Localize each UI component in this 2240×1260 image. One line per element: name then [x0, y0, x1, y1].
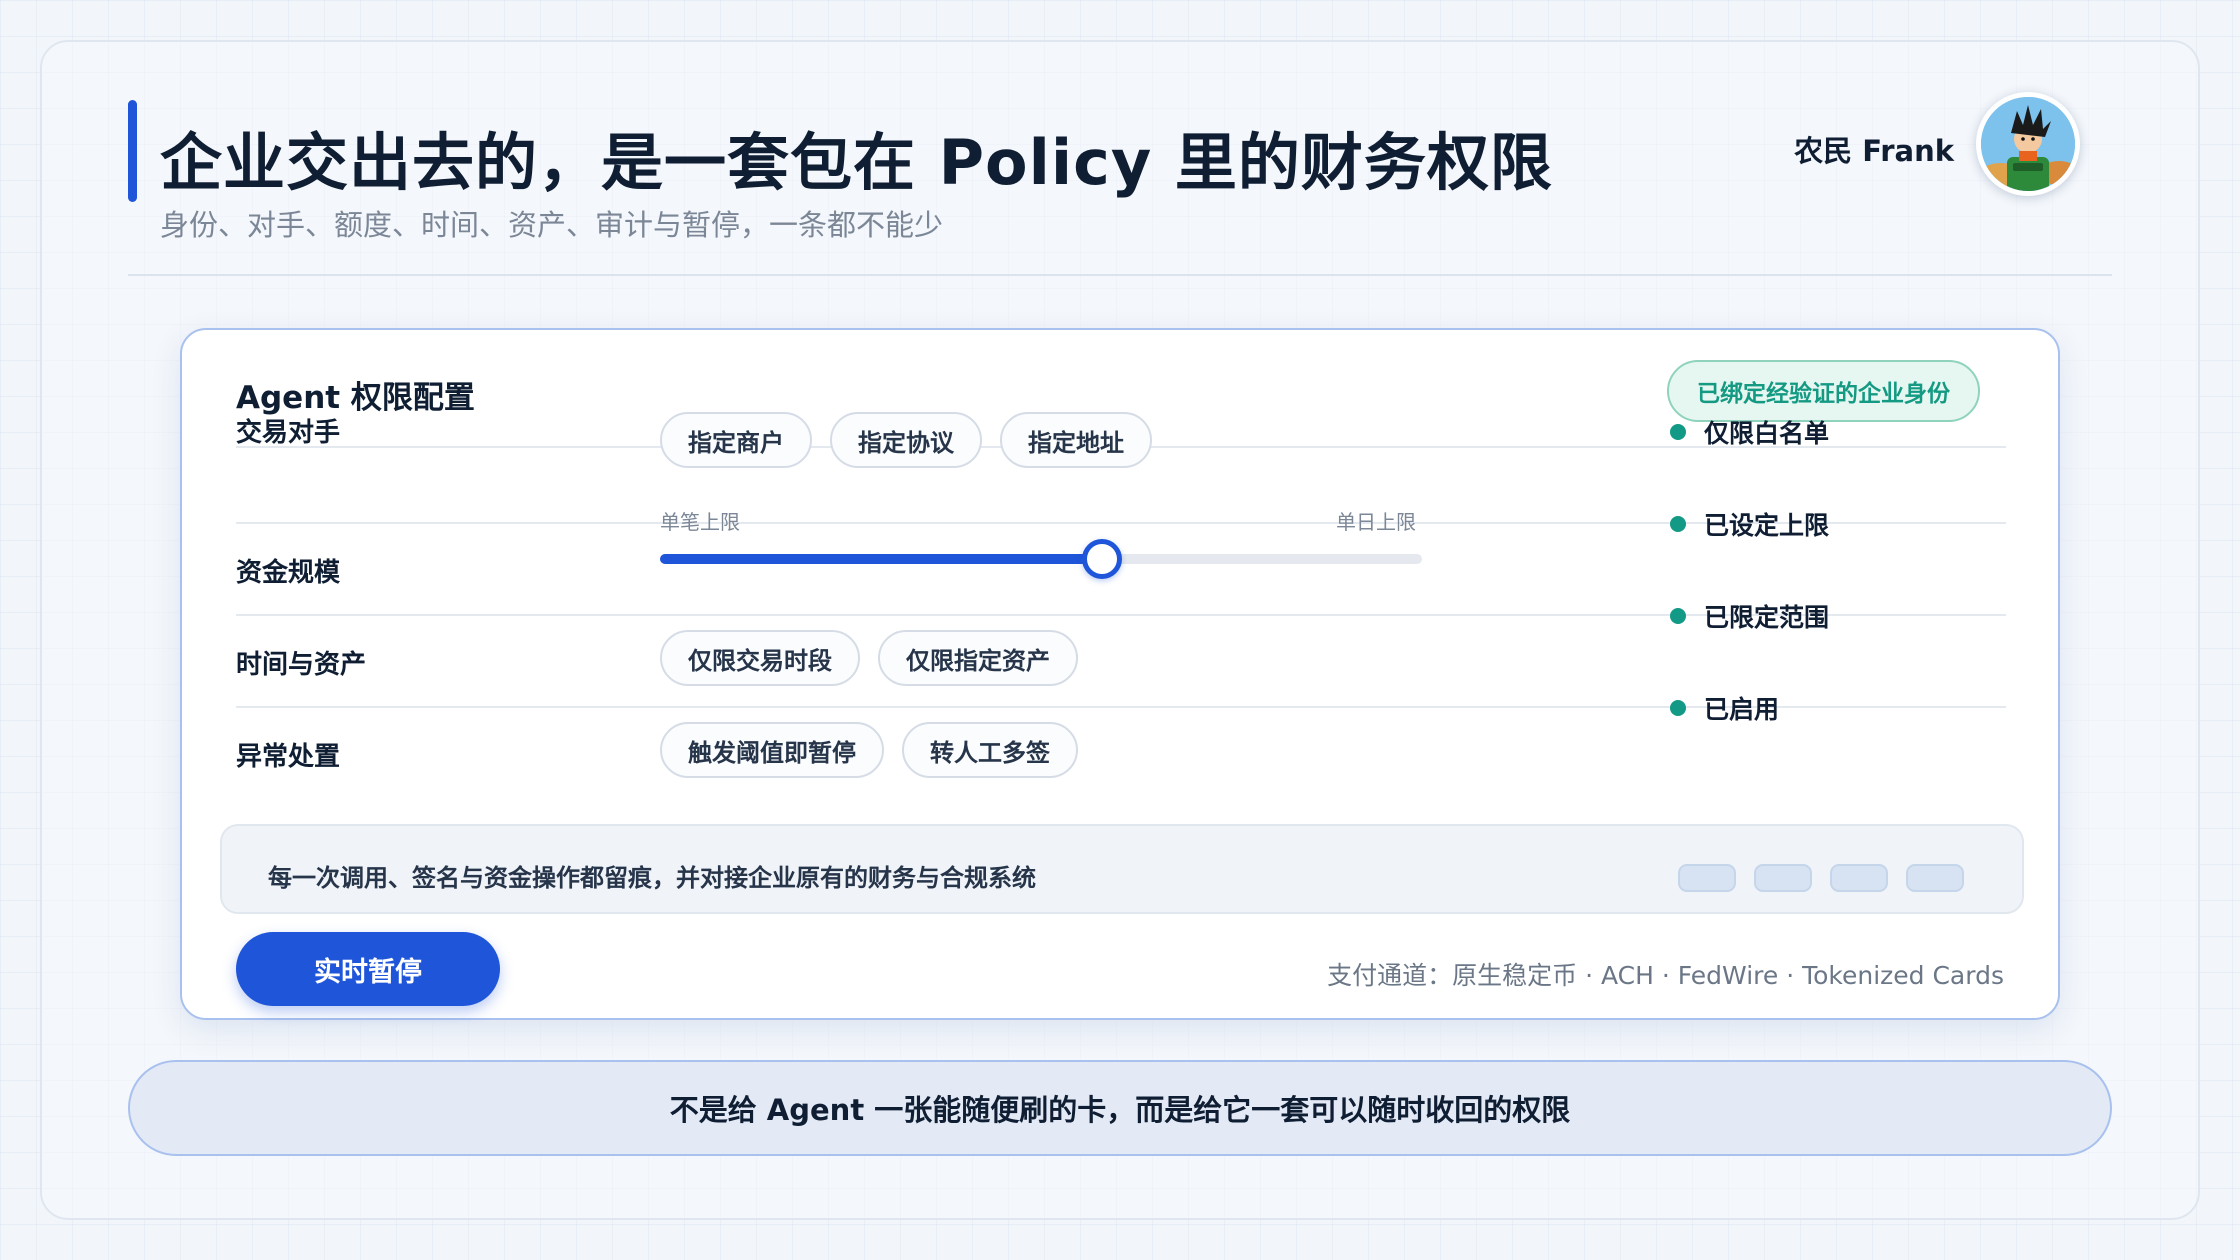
chip-designated-assets-only[interactable]: 仅限指定资产 — [878, 630, 1078, 686]
title-accent-bar — [128, 100, 137, 202]
status-text: 已启用 — [1704, 695, 1780, 724]
system-indicator-pill — [1754, 864, 1812, 892]
status-dot — [1670, 424, 1686, 440]
verified-identity-badge: 已绑定经验证的企业身份 — [1667, 360, 1980, 422]
author-name: 农民 Frank — [1794, 134, 1954, 168]
status-fund-scale: 已设定上限 — [1670, 506, 1829, 542]
chip-designated-protocol[interactable]: 指定协议 — [830, 412, 982, 468]
footer-tagline: 不是给 Agent 一张能随便刷的卡，而是给它一套可以随时收回的权限 — [128, 1060, 2112, 1156]
page-subtitle: 身份、对手、额度、时间、资产、审计与暂停，一条都不能少 — [160, 208, 944, 242]
avatar-illustration — [1981, 97, 2075, 191]
chip-trading-hours-only[interactable]: 仅限交易时段 — [660, 630, 860, 686]
row-label-counterparty: 交易对手 — [236, 420, 340, 446]
time-asset-chips: 仅限交易时段 仅限指定资产 — [660, 630, 1078, 686]
system-indicator-pill — [1906, 864, 1964, 892]
agent-permission-card: Agent 权限配置 已绑定经验证的企业身份 交易对手 指定商户 指定协议 指定… — [180, 328, 2060, 1020]
card-title: Agent 权限配置 — [236, 380, 475, 416]
chip-manual-multisig[interactable]: 转人工多签 — [902, 722, 1078, 778]
row-label-fund-scale: 资金规模 — [236, 558, 341, 588]
system-indicator-pill — [1830, 864, 1888, 892]
system-indicator-pill — [1678, 864, 1736, 892]
row-label-text: 交易对手 — [236, 418, 341, 448]
slider-max-label: 单日上限 — [1336, 510, 1416, 534]
counterparty-chips: 指定商户 指定协议 指定地址 — [660, 412, 1152, 468]
footer-text: 不是给 Agent 一张能随便刷的卡，而是给它一套可以随时收回的权限 — [669, 1093, 1571, 1127]
payment-channels: 支付通道：原生稳定币 · ACH · FedWire · Tokenized C… — [1327, 961, 2004, 990]
exception-chips: 触发阈值即暂停 转人工多签 — [660, 722, 1078, 778]
limit-slider-thumb[interactable] — [1081, 539, 1122, 579]
chip-threshold-pause[interactable]: 触发阈值即暂停 — [660, 722, 884, 778]
chip-designated-address[interactable]: 指定地址 — [1000, 412, 1152, 468]
cartoon-avatar-icon — [1976, 92, 2080, 196]
status-text: 仅限白名单 — [1704, 419, 1830, 448]
limit-slider-track[interactable] — [660, 539, 1422, 579]
slider-min-label: 单笔上限 — [660, 510, 740, 534]
status-time-asset: 已限定范围 — [1670, 598, 1829, 634]
realtime-pause-button[interactable]: 实时暂停 — [236, 932, 500, 1006]
header-divider — [128, 274, 2112, 276]
status-text: 已限定范围 — [1704, 603, 1830, 632]
status-dot — [1670, 608, 1686, 624]
audit-trail-panel: 每一次调用、签名与资金操作都留痕，并对接企业原有的财务与合规系统 — [220, 824, 2024, 914]
page-title: 企业交出去的，是一套包在 Policy 里的财务权限 — [160, 126, 1553, 199]
row-label-exception-handling: 异常处置 — [236, 742, 341, 772]
row-label-time-asset: 时间与资产 — [236, 650, 367, 680]
status-text: 已设定上限 — [1704, 511, 1830, 540]
chip-designated-merchant[interactable]: 指定商户 — [660, 412, 812, 468]
audit-text: 每一次调用、签名与资金操作都留痕，并对接企业原有的财务与合规系统 — [268, 864, 1036, 892]
status-counterparty: 仅限白名单 — [1670, 414, 1829, 450]
status-exception: 已启用 — [1670, 690, 1779, 726]
limit-slider-fill — [660, 554, 1102, 564]
status-dot — [1670, 700, 1686, 716]
status-dot — [1670, 516, 1686, 532]
